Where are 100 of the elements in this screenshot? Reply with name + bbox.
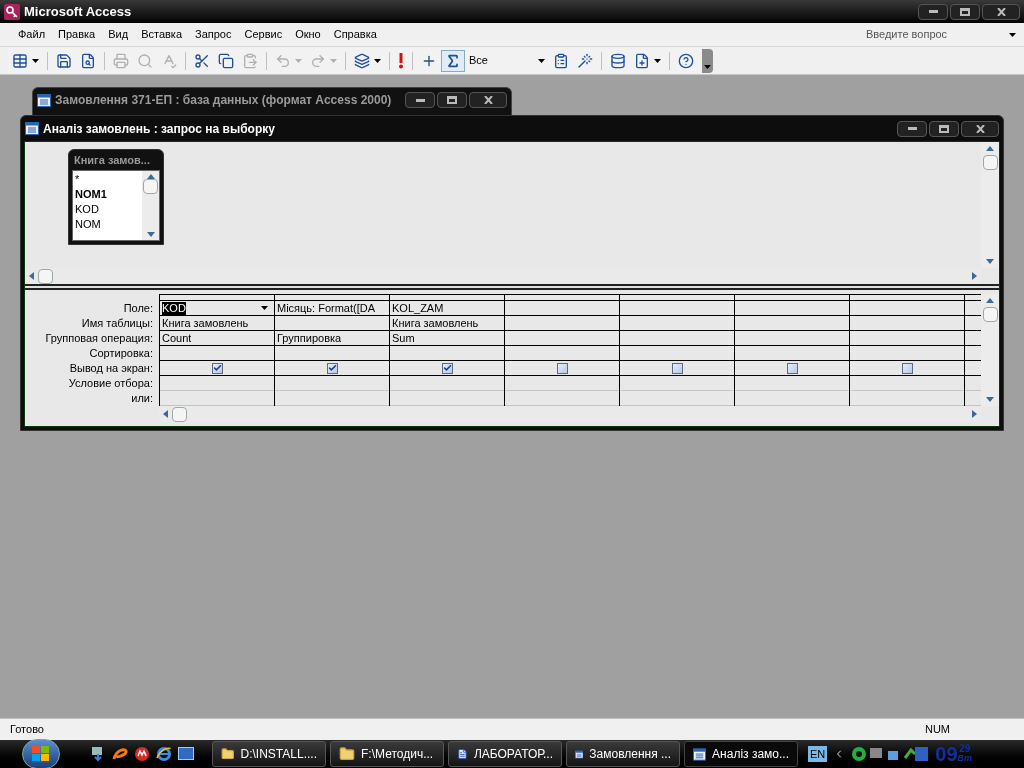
show-checkbox[interactable] xyxy=(441,362,453,374)
tray-icons-drawing[interactable] xyxy=(851,746,930,762)
column-selector[interactable] xyxy=(620,294,734,301)
field-name[interactable]: NOM1 xyxy=(75,187,142,202)
key-icon xyxy=(4,3,20,20)
redo-icon xyxy=(310,52,326,69)
minimize-button[interactable] xyxy=(918,3,948,20)
sigma-icon xyxy=(445,52,461,69)
show-checkbox[interactable] xyxy=(326,362,338,374)
scroll-thumb[interactable] xyxy=(143,179,158,194)
desktop-icon[interactable] xyxy=(178,747,194,761)
menu-item[interactable]: Правка xyxy=(52,26,102,43)
copy-icon xyxy=(218,52,234,69)
field-list-window[interactable]: Книга замов... * NOM1 KOD NOM xyxy=(68,149,164,245)
show-checkbox[interactable] xyxy=(211,362,223,374)
column-selector[interactable] xyxy=(735,294,849,301)
scroll-thumb[interactable] xyxy=(172,406,187,422)
taskbar-button[interactable]: D:\INSTALL.... xyxy=(212,741,326,767)
grid-cell-text[interactable]: Книга замовлень xyxy=(392,316,479,330)
row-label: Имя таблицы: xyxy=(81,316,153,331)
vertical-scrollbar[interactable] xyxy=(981,294,999,406)
close-button[interactable] xyxy=(469,92,507,108)
check-icon xyxy=(327,363,337,373)
maximize-icon xyxy=(960,7,970,16)
folder-icon xyxy=(339,746,355,762)
menu-item[interactable]: Запрос xyxy=(189,26,238,43)
show-checkbox[interactable] xyxy=(901,362,913,374)
scroll-right-icon[interactable] xyxy=(972,272,977,280)
scroll-thumb[interactable] xyxy=(982,307,998,322)
show-checkbox[interactable] xyxy=(786,362,798,374)
scroll-down-icon[interactable] xyxy=(986,259,994,264)
menu-item[interactable]: Сервис xyxy=(238,26,289,43)
scroll-thumb[interactable] xyxy=(982,155,998,170)
column-selector[interactable] xyxy=(160,294,274,301)
save-icon xyxy=(56,52,72,69)
grid-cell-text[interactable]: Sum xyxy=(392,331,415,345)
caret-icon xyxy=(704,64,711,69)
close-button[interactable] xyxy=(961,120,999,137)
row-label: Сортировка: xyxy=(89,346,153,361)
menu-item[interactable]: Окно xyxy=(289,26,327,43)
minimize-button[interactable] xyxy=(897,120,927,137)
clock-hour: 09 xyxy=(935,744,958,764)
field-name[interactable]: NOM xyxy=(75,217,142,232)
paste-icon xyxy=(242,52,258,69)
grid-cell-text[interactable]: Count xyxy=(162,331,192,345)
caret-icon xyxy=(538,58,545,63)
grid-cell-text[interactable]: Книга замовлень xyxy=(162,316,249,330)
taskbar-button[interactable]: Замовлення ... xyxy=(566,741,680,767)
maximize-button[interactable] xyxy=(950,3,980,20)
clock-day: Вт xyxy=(957,754,973,763)
grid-cell-text[interactable]: KOD xyxy=(162,301,186,315)
minimize-button[interactable] xyxy=(405,92,435,108)
swirl-icon[interactable] xyxy=(112,746,128,762)
maximize-button[interactable] xyxy=(929,120,959,137)
row-label: Поле: xyxy=(123,301,153,316)
field-name[interactable]: * xyxy=(75,172,142,187)
toolbar-options-button[interactable] xyxy=(702,48,713,73)
close-button[interactable] xyxy=(982,3,1020,20)
column-selector[interactable] xyxy=(505,294,619,301)
circle-app-icon[interactable] xyxy=(134,746,150,762)
language-indicator[interactable]: EN xyxy=(808,746,828,762)
grid-cell-text[interactable]: Місяць: Format([DA xyxy=(277,301,376,315)
app-title: Microsoft Access xyxy=(24,2,132,21)
show-checkbox[interactable] xyxy=(556,362,568,374)
column-selector[interactable] xyxy=(390,294,504,301)
exclamation-icon xyxy=(398,52,404,69)
scroll-down-icon[interactable] xyxy=(146,232,155,237)
scroll-right-icon[interactable] xyxy=(972,410,977,418)
vertical-scrollbar[interactable] xyxy=(142,171,159,240)
menu-item[interactable]: Файл xyxy=(12,26,52,43)
taskbar-button[interactable]: Аналіз замо... xyxy=(684,741,798,767)
help-question-field[interactable]: Введите вопрос xyxy=(866,25,1016,44)
start-button[interactable] xyxy=(22,739,60,768)
grid-cell-text[interactable]: Группировка xyxy=(277,331,342,345)
scroll-up-icon[interactable] xyxy=(986,298,994,303)
status-message: Готово xyxy=(10,722,44,738)
scroll-down-icon[interactable] xyxy=(986,397,994,402)
scroll-thumb[interactable] xyxy=(38,268,53,284)
help-question-input[interactable]: Введите вопрос xyxy=(866,26,996,43)
column-selector[interactable] xyxy=(965,294,981,301)
menu-item[interactable]: Вид xyxy=(102,26,135,43)
taskbar-button[interactable]: ЛАБОРАТОР... xyxy=(448,741,562,767)
toolbar-button[interactable] xyxy=(441,49,465,72)
scroll-left-icon[interactable] xyxy=(29,272,34,280)
vertical-scrollbar[interactable] xyxy=(981,142,999,268)
table-icon xyxy=(12,52,28,69)
scroll-up-icon[interactable] xyxy=(986,146,994,151)
show-checkbox[interactable] xyxy=(671,362,683,374)
query-type-combo[interactable]: Все xyxy=(465,50,549,71)
grid-cell-text[interactable]: KOL_ZAM xyxy=(392,301,444,315)
browser-icon[interactable] xyxy=(156,746,172,762)
field-name[interactable]: KOD xyxy=(75,202,142,217)
maximize-button[interactable] xyxy=(437,92,467,108)
taskbar-button[interactable]: F:\Методич... xyxy=(330,741,444,767)
scroll-left-icon[interactable] xyxy=(163,410,168,418)
menu-item[interactable]: Справка xyxy=(327,26,383,43)
column-selector[interactable] xyxy=(850,294,964,301)
minimize-icon xyxy=(928,10,938,13)
menu-item[interactable]: Вставка xyxy=(135,26,188,43)
column-selector[interactable] xyxy=(275,294,389,301)
